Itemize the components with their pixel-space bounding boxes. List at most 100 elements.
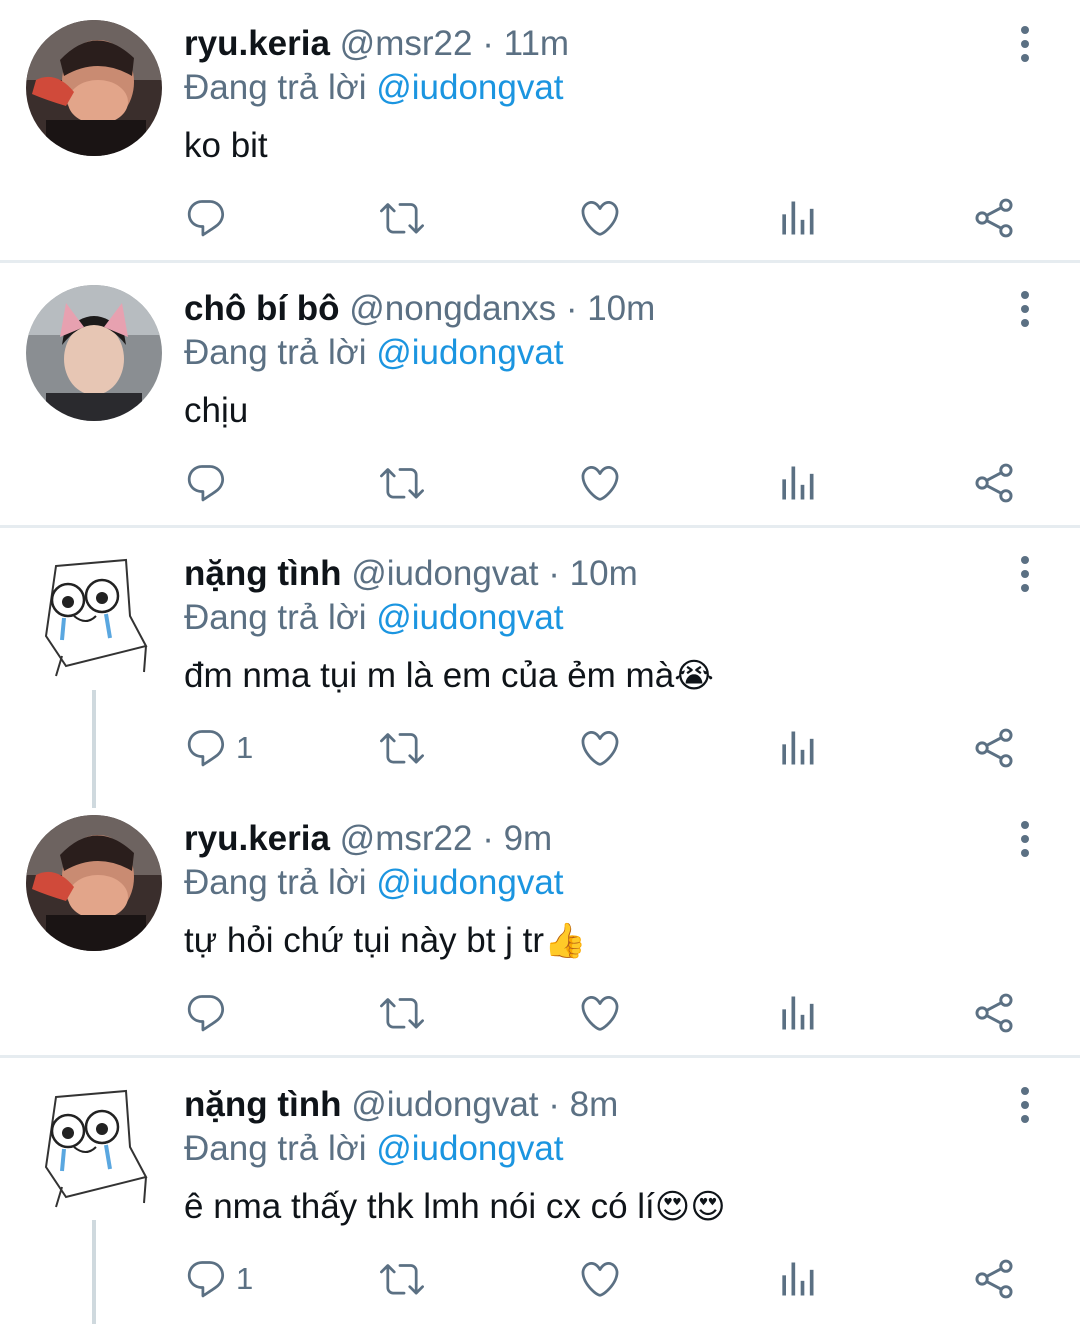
separator-dot: ·: [565, 289, 578, 328]
emoji: 😭: [674, 657, 714, 695]
more-options-icon[interactable]: [1010, 554, 1040, 594]
reply-button[interactable]: [184, 453, 236, 513]
tweet-header: chô bí bô @nongdanxs · 10m: [184, 287, 655, 331]
separator-dot: ·: [482, 819, 494, 858]
like-button[interactable]: [578, 188, 622, 248]
tweet[interactable]: ryu.keria @msr22 · 11m Đang trả lời @iud…: [0, 0, 1080, 262]
tweet-header: ryu.keria @msr22 · 9m: [184, 817, 552, 861]
separator-dot: ·: [548, 1085, 560, 1124]
retweet-button[interactable]: [380, 188, 424, 248]
reply-icon: [184, 196, 228, 240]
user-handle[interactable]: @iudongvat: [351, 554, 538, 593]
timestamp[interactable]: 10m: [570, 554, 638, 593]
timestamp[interactable]: 11m: [504, 24, 570, 63]
user-handle[interactable]: @nongdanxs: [349, 289, 556, 328]
retweet-button[interactable]: [380, 983, 424, 1043]
user-handle[interactable]: @msr22: [340, 819, 473, 858]
mention-link[interactable]: @iudongvat: [376, 68, 563, 107]
replying-to: Đang trả lời @iudongvat: [184, 66, 564, 110]
analytics-button[interactable]: [775, 1249, 819, 1309]
mention-link[interactable]: @iudongvat: [376, 598, 563, 637]
analytics-button[interactable]: [775, 718, 819, 778]
retweet-icon: [380, 991, 424, 1035]
replying-to: Đang trả lời @iudongvat: [184, 331, 564, 375]
retweet-icon: [380, 196, 424, 240]
reply-icon: [184, 1257, 228, 1301]
analytics-button[interactable]: [775, 983, 819, 1043]
reply-button[interactable]: [184, 188, 236, 248]
reply-icon: [184, 461, 228, 505]
more-options-icon[interactable]: [1010, 289, 1040, 329]
heart-icon: [578, 726, 622, 770]
tweet-text-body: đm nma tụi m là em của ẻm mà: [184, 656, 675, 695]
reply-button[interactable]: 1: [184, 1249, 253, 1309]
tweet[interactable]: chô bí bô @nongdanxs · 10m Đang trả lời …: [0, 265, 1080, 527]
reply-prefix: Đang trả lời: [184, 863, 367, 902]
retweet-icon: [380, 461, 424, 505]
share-button[interactable]: [972, 453, 1016, 513]
emoji: 👍: [544, 922, 587, 960]
reply-icon: [184, 726, 228, 770]
like-button[interactable]: [578, 718, 622, 778]
like-button[interactable]: [578, 453, 622, 513]
avatar[interactable]: [26, 546, 162, 682]
timestamp[interactable]: 10m: [587, 289, 655, 328]
retweet-button[interactable]: [380, 453, 424, 513]
tweet[interactable]: ryu.keria @msr22 · 9m Đang trả lời @iudo…: [0, 795, 1080, 1057]
display-name[interactable]: ryu.keria: [184, 819, 330, 858]
tweet-text: chịu: [184, 387, 248, 435]
share-icon: [972, 726, 1016, 770]
display-name[interactable]: chô bí bô: [184, 289, 340, 328]
mention-link[interactable]: @iudongvat: [376, 863, 563, 902]
tweet-text-body: ko bit: [184, 126, 268, 165]
analytics-button[interactable]: [775, 188, 819, 248]
mention-link[interactable]: @iudongvat: [376, 1129, 563, 1168]
tweet[interactable]: nặng tình @iudongvat · 8m Đang trả lời @…: [0, 1061, 1080, 1324]
avatar[interactable]: [26, 1077, 162, 1213]
tweet-text-body: tự hỏi chứ tụi này bt j tr: [184, 921, 545, 960]
reply-prefix: Đang trả lời: [184, 598, 367, 637]
mention-link[interactable]: @iudongvat: [376, 333, 563, 372]
tweet-header: nặng tình @iudongvat · 8m: [184, 1083, 618, 1127]
more-options-icon[interactable]: [1010, 819, 1040, 859]
like-button[interactable]: [578, 1249, 622, 1309]
tweet-text: ko bit: [184, 122, 268, 170]
retweet-button[interactable]: [380, 718, 424, 778]
action-bar: [0, 453, 1080, 513]
share-button[interactable]: [972, 188, 1016, 248]
share-icon: [972, 196, 1016, 240]
display-name[interactable]: nặng tình: [184, 554, 341, 593]
avatar[interactable]: [26, 20, 162, 156]
tweet[interactable]: nặng tình @iudongvat · 10m Đang trả lời …: [0, 530, 1080, 795]
action-bar: 1: [0, 718, 1080, 778]
timestamp[interactable]: 9m: [504, 819, 553, 858]
share-button[interactable]: [972, 718, 1016, 778]
avatar[interactable]: [26, 285, 162, 421]
divider: [0, 1055, 1080, 1058]
share-button[interactable]: [972, 1249, 1016, 1309]
heart-icon: [578, 196, 622, 240]
reply-button[interactable]: 1: [184, 718, 253, 778]
share-button[interactable]: [972, 983, 1016, 1043]
reply-prefix: Đang trả lời: [184, 68, 367, 107]
analytics-icon: [775, 726, 819, 770]
display-name[interactable]: nặng tình: [184, 1085, 341, 1124]
user-handle[interactable]: @iudongvat: [351, 1085, 538, 1124]
avatar[interactable]: [26, 815, 162, 951]
divider: [0, 260, 1080, 263]
tweet-header: nặng tình @iudongvat · 10m: [184, 552, 638, 596]
tweet-text: tự hỏi chứ tụi này bt j tr👍: [184, 917, 586, 965]
reply-button[interactable]: [184, 983, 236, 1043]
like-button[interactable]: [578, 983, 622, 1043]
analytics-button[interactable]: [775, 453, 819, 513]
share-icon: [972, 461, 1016, 505]
user-handle[interactable]: @msr22: [340, 24, 473, 63]
reply-prefix: Đang trả lời: [184, 333, 367, 372]
tweet-text-body: chịu: [184, 391, 249, 430]
display-name[interactable]: ryu.keria: [184, 24, 330, 63]
more-options-icon[interactable]: [1010, 1085, 1040, 1125]
timestamp[interactable]: 8m: [570, 1085, 619, 1124]
more-options-icon[interactable]: [1010, 24, 1040, 64]
action-bar: [0, 188, 1080, 248]
retweet-button[interactable]: [380, 1249, 424, 1309]
